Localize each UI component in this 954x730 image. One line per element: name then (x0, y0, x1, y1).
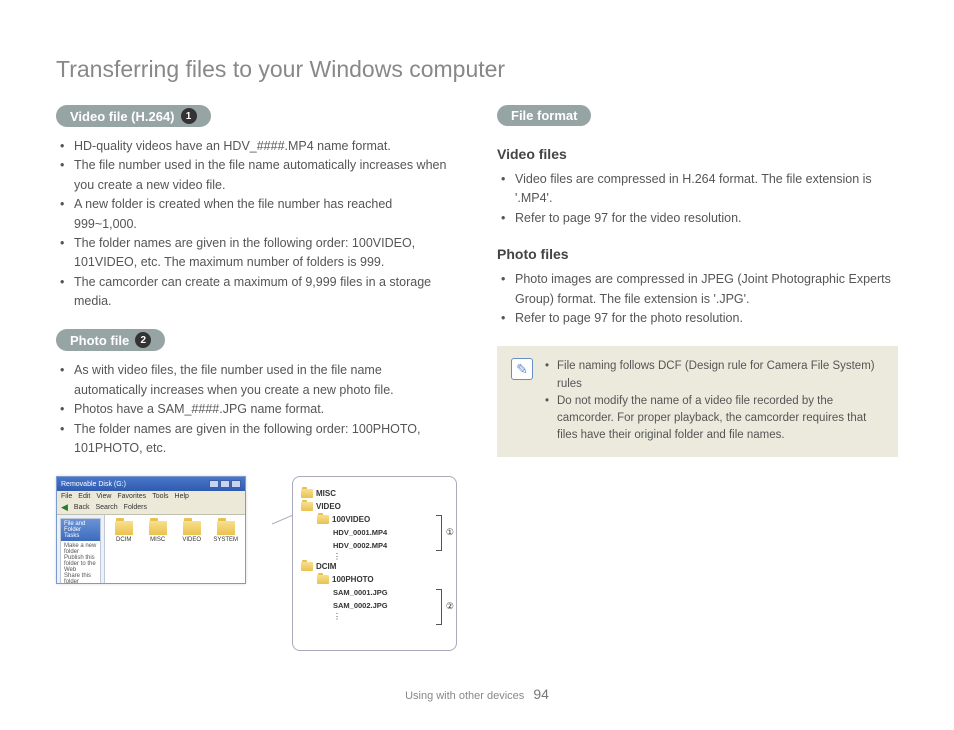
folder-icon (217, 521, 235, 535)
folder-icon (115, 521, 133, 535)
folder-tree-callout: MISC VIDEO 100VIDEO HDV_0001.MP4 HDV_000… (266, 476, 457, 656)
back-icon: ◀ (61, 502, 68, 513)
footer-section: Using with other devices (405, 690, 524, 702)
note-icon: ✎ (511, 358, 533, 380)
folder-label: SYSTEM (213, 537, 238, 543)
badge-1-icon: 1 (181, 108, 197, 124)
badge-2-icon: 2 (135, 332, 151, 348)
folder-label: DCIM (116, 537, 131, 543)
right-column: File format Video files Video files are … (497, 105, 898, 666)
bullet-item: The camcorder can create a maximum of 9,… (60, 273, 457, 312)
photo-files-heading: Photo files (497, 246, 898, 262)
menu-item: Favorites (117, 493, 146, 500)
sidebar-task: Share this folder (64, 573, 97, 584)
menu-item: File (61, 493, 72, 500)
folder-tree-box: MISC VIDEO 100VIDEO HDV_0001.MP4 HDV_000… (292, 476, 457, 651)
bracket-icon (436, 589, 442, 625)
minimize-icon (209, 480, 219, 488)
folder-icon (301, 489, 313, 498)
video-file-pill: Video file (H.264) 1 (56, 105, 211, 127)
bullet-item: The folder names are given in the follow… (60, 234, 457, 273)
bullet-item: Refer to page 97 for the photo resolutio… (501, 309, 898, 328)
left-column: Video file (H.264) 1 HD-quality videos h… (56, 105, 457, 666)
file-format-pill: File format (497, 105, 591, 126)
close-icon (231, 480, 241, 488)
folder-icon (149, 521, 167, 535)
photo-format-bullets: Photo images are compressed in JPEG (Joi… (497, 270, 898, 328)
tree-file: SAM_0002.JPG (333, 601, 388, 610)
back-label: Back (74, 504, 90, 511)
note-box: ✎ File naming follows DCF (Design rule f… (497, 346, 898, 456)
folder-icon (317, 575, 329, 584)
menu-item: Tools (152, 493, 168, 500)
folder-label: VIDEO (182, 537, 201, 543)
tree-file: HDV_0001.MP4 (333, 528, 387, 537)
bullet-item: Video files are compressed in H.264 form… (501, 170, 898, 209)
tree-node: MISC (316, 489, 336, 498)
note-item: Do not modify the name of a video file r… (545, 393, 884, 445)
folder-item: DCIM (111, 521, 137, 543)
menu-item: View (96, 493, 111, 500)
bullet-item: As with video files, the file number use… (60, 361, 457, 400)
tree-node: VIDEO (316, 502, 341, 511)
video-bullet-list: HD-quality videos have an HDV_####.MP4 n… (56, 137, 457, 311)
bullet-item: Photos have a SAM_####.JPG name format. (60, 400, 457, 419)
note-item: File naming follows DCF (Design rule for… (545, 358, 884, 393)
menu-item: Help (175, 493, 189, 500)
marker-2: ② (446, 601, 454, 612)
sidebar-task: Publish this folder to the Web (64, 555, 97, 573)
folder-icon (317, 515, 329, 524)
folder-item: MISC (145, 521, 171, 543)
folders-label: Folders (124, 504, 147, 511)
video-format-bullets: Video files are compressed in H.264 form… (497, 170, 898, 228)
photo-bullet-list: As with video files, the file number use… (56, 361, 457, 458)
tree-node: DCIM (316, 562, 336, 571)
explorer-window: Removable Disk (G:) File Edit View Favor… (56, 476, 246, 584)
bullet-item: HD-quality videos have an HDV_####.MP4 n… (60, 137, 457, 156)
video-pill-label: Video file (H.264) (70, 109, 175, 124)
explorer-toolbar: ◀ Back Search Folders (57, 501, 245, 515)
folder-item: SYSTEM (213, 521, 239, 543)
tree-node: 100VIDEO (332, 515, 370, 524)
tree-node: 100PHOTO (332, 575, 374, 584)
page-footer: Using with other devices 94 (0, 686, 954, 702)
page-title: Transferring files to your Windows compu… (56, 56, 898, 83)
explorer-menubar: File Edit View Favorites Tools Help (57, 491, 245, 501)
menu-item: Edit (78, 493, 90, 500)
bullet-item: Photo images are compressed in JPEG (Joi… (501, 270, 898, 309)
page-number: 94 (533, 686, 549, 702)
folder-item: VIDEO (179, 521, 205, 543)
bullet-item: Refer to page 97 for the video resolutio… (501, 209, 898, 228)
explorer-content: DCIM MISC VIDEO SYSTEM (105, 515, 245, 584)
marker-1: ① (446, 527, 454, 538)
explorer-title: Removable Disk (G:) (61, 481, 126, 488)
explorer-titlebar: Removable Disk (G:) (57, 477, 245, 491)
tree-file: SAM_0001.JPG (333, 588, 388, 597)
folder-icon (301, 502, 313, 511)
bracket-icon (436, 515, 442, 551)
sidebar-task: Make a new folder (64, 543, 97, 555)
folder-icon (183, 521, 201, 535)
folder-icon (301, 562, 313, 571)
maximize-icon (220, 480, 230, 488)
tree-file: HDV_0002.MP4 (333, 541, 387, 550)
bullet-item: The folder names are given in the follow… (60, 420, 457, 459)
video-files-heading: Video files (497, 146, 898, 162)
photo-file-pill: Photo file 2 (56, 329, 165, 351)
bullet-item: A new folder is created when the file nu… (60, 195, 457, 234)
folder-label: MISC (150, 537, 165, 543)
file-format-label: File format (511, 108, 577, 123)
diagram-area: Removable Disk (G:) File Edit View Favor… (56, 476, 457, 666)
window-controls (209, 480, 241, 488)
search-label: Search (95, 504, 117, 511)
explorer-sidebar: File and Folder Tasks Make a new folder … (57, 515, 105, 584)
bullet-item: The file number used in the file name au… (60, 156, 457, 195)
photo-pill-label: Photo file (70, 333, 129, 348)
sidebar-panel-header: File and Folder Tasks (61, 519, 100, 541)
